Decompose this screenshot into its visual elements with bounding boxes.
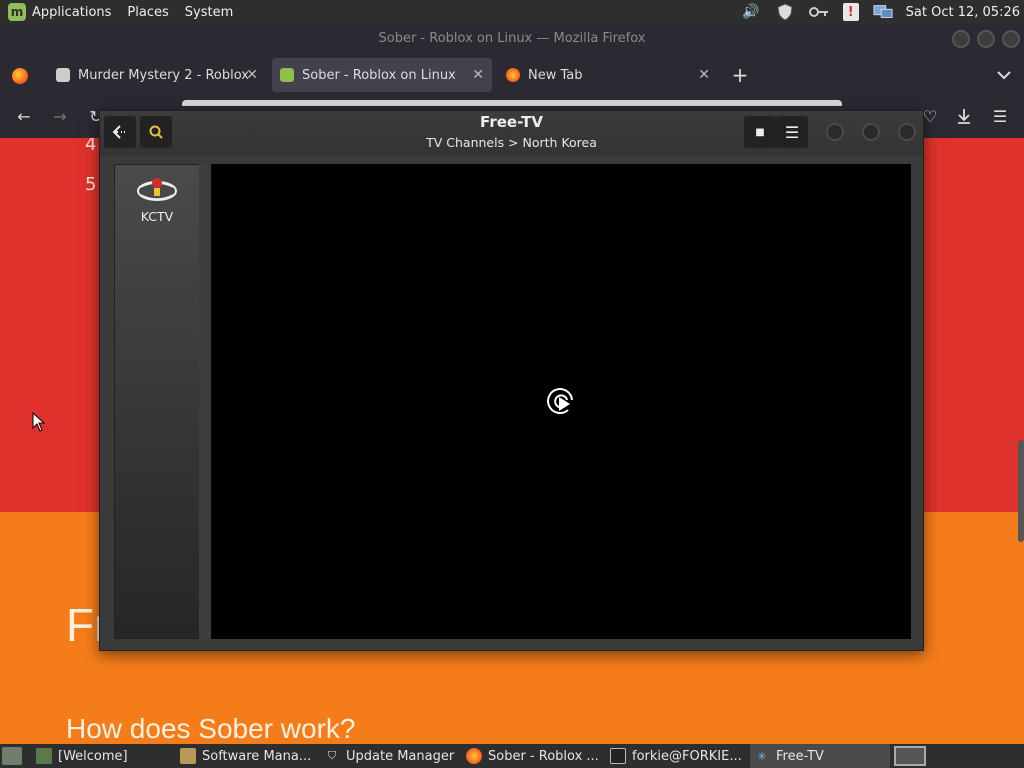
forward-icon[interactable]: → bbox=[48, 104, 72, 128]
app-menu-icon[interactable]: ☰ bbox=[988, 104, 1012, 128]
freetv-window: Free-TV TV Channels > North Korea ■ ☰ KC… bbox=[99, 110, 924, 651]
task-terminal[interactable]: forkie@FORKIE... bbox=[610, 744, 748, 768]
kctv-logo-icon bbox=[137, 178, 177, 201]
tab-title: New Tab bbox=[528, 67, 583, 83]
system-tray: 🔊 ! Sat Oct 12, 05:26 bbox=[734, 0, 1024, 24]
back-icon[interactable]: ← bbox=[12, 104, 36, 128]
network-icon[interactable] bbox=[873, 2, 893, 22]
subheading: How does Sober work? bbox=[66, 713, 356, 744]
mint-logo-icon: m bbox=[8, 3, 26, 21]
shield-icon[interactable] bbox=[775, 2, 795, 22]
tab-title: Sober - Roblox on Linux bbox=[302, 67, 456, 83]
stop-button[interactable]: ■ bbox=[744, 116, 776, 148]
minimize-button[interactable] bbox=[952, 30, 970, 48]
tab-title: Murder Mystery 2 - Roblox bbox=[78, 67, 249, 83]
channel-sidebar: KCTV bbox=[114, 164, 200, 639]
shield-icon: ⛉ bbox=[327, 749, 337, 762]
task-firefox[interactable]: Sober - Roblox ... bbox=[466, 744, 604, 768]
task-label: forkie@FORKIE... bbox=[632, 748, 742, 764]
stop-icon: ■ bbox=[755, 126, 765, 138]
close-window-button[interactable] bbox=[1002, 30, 1020, 48]
maximize-button[interactable] bbox=[977, 30, 995, 48]
tab-bar: Murder Mystery 2 - Roblox ✕ Sober - Robl… bbox=[0, 54, 1024, 96]
menu-places[interactable]: Places bbox=[119, 0, 176, 24]
task-label: Update Manager bbox=[346, 748, 455, 764]
task-label: Sober - Roblox ... bbox=[488, 748, 599, 764]
new-tab-button[interactable]: + bbox=[728, 63, 752, 87]
freetv-header: Free-TV TV Channels > North Korea ■ ☰ bbox=[100, 111, 923, 155]
firefox-view-icon[interactable] bbox=[12, 68, 28, 84]
task-label: [Welcome] bbox=[58, 748, 128, 764]
freetv-icon: ✳ bbox=[757, 749, 767, 763]
task-software-manager[interactable]: Software Mana... bbox=[180, 744, 318, 768]
list-number: 4 bbox=[85, 138, 97, 155]
volume-icon[interactable]: 🔊 bbox=[741, 2, 761, 22]
task-label: Free-TV bbox=[776, 748, 824, 764]
top-panel: m Applications Places System 🔊 ! Sat Oct… bbox=[0, 0, 1024, 24]
close-tab-icon[interactable]: ✕ bbox=[246, 67, 258, 83]
close-tab-icon[interactable]: ✕ bbox=[472, 67, 484, 83]
freetv-maximize-button[interactable] bbox=[862, 123, 880, 141]
firefox-icon bbox=[466, 748, 482, 764]
loading-play-icon[interactable] bbox=[546, 386, 576, 416]
alert-icon[interactable]: ! bbox=[842, 3, 859, 21]
menu-button[interactable]: ☰ bbox=[776, 116, 808, 148]
task-update-manager[interactable]: ⛉ Update Manager bbox=[324, 744, 462, 768]
firefox-favicon-icon bbox=[506, 68, 520, 82]
tab-sober[interactable]: Sober - Roblox on Linux ✕ bbox=[272, 58, 492, 92]
menu-places-label: Places bbox=[127, 4, 169, 20]
menu-icon: ☰ bbox=[784, 122, 800, 142]
show-desktop-icon[interactable] bbox=[2, 747, 22, 765]
menu-system[interactable]: System bbox=[177, 0, 241, 24]
mouse-cursor-icon bbox=[32, 412, 46, 432]
terminal-icon bbox=[36, 748, 52, 764]
task-freetv[interactable]: ✳ Free-TV bbox=[750, 744, 890, 768]
firefox-window-title: Sober - Roblox on Linux — Mozilla Firefo… bbox=[0, 24, 1024, 54]
freetv-close-button[interactable] bbox=[898, 123, 916, 141]
clock[interactable]: Sat Oct 12, 05:26 bbox=[906, 5, 1020, 20]
key-icon[interactable] bbox=[808, 2, 829, 22]
menu-system-label: System bbox=[184, 4, 234, 20]
task-welcome[interactable]: [Welcome] bbox=[36, 744, 176, 768]
task-label: Software Mana... bbox=[202, 748, 312, 764]
freetv-minimize-button[interactable] bbox=[826, 123, 844, 141]
menu-applications-label: Applications bbox=[32, 4, 112, 20]
menu-applications[interactable]: m Applications bbox=[0, 0, 119, 24]
download-icon[interactable] bbox=[952, 104, 976, 128]
url-bar[interactable] bbox=[182, 100, 842, 106]
channel-name: KCTV bbox=[140, 209, 174, 224]
roblox-favicon-icon bbox=[56, 68, 70, 82]
software-manager-icon bbox=[180, 748, 196, 764]
page-scrollbar[interactable] bbox=[1018, 440, 1024, 542]
chevron-down-icon[interactable] bbox=[992, 63, 1016, 87]
terminal-icon bbox=[610, 748, 626, 764]
close-tab-icon[interactable]: ✕ bbox=[698, 67, 710, 83]
sober-favicon-icon bbox=[280, 68, 294, 82]
taskbar: [Welcome] Software Mana... ⛉ Update Mana… bbox=[0, 744, 1024, 768]
sidebar-splitter[interactable] bbox=[199, 164, 211, 639]
list-number: 5 bbox=[85, 174, 97, 195]
video-player[interactable] bbox=[211, 164, 911, 639]
channel-item-kctv[interactable]: KCTV bbox=[115, 171, 199, 225]
tab-murder-mystery[interactable]: Murder Mystery 2 - Roblox ✕ bbox=[48, 58, 266, 92]
tab-new-tab[interactable]: New Tab ✕ bbox=[498, 58, 718, 92]
workspace-switcher[interactable] bbox=[894, 746, 926, 766]
